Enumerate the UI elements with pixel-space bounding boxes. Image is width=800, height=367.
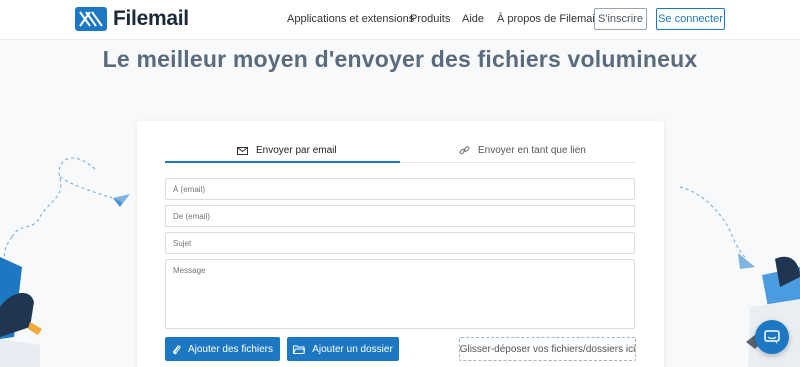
message-field[interactable] (165, 259, 635, 329)
tab-divider (400, 162, 636, 163)
add-folder-label: Ajouter un dossier (312, 343, 393, 355)
paperclip-icon (173, 344, 181, 354)
tab-send-as-link-label: Envoyer en tant que lien (478, 145, 586, 156)
login-button[interactable]: Se connecter (656, 8, 725, 30)
active-tab-indicator (165, 161, 400, 163)
paper-plane-illustration-left (0, 157, 130, 367)
nav-link-about[interactable]: À propos de Filemail (497, 13, 597, 25)
nav-link-applications[interactable]: Applications et extensions (287, 13, 414, 25)
page-title: Le meilleur moyen d'envoyer des fichiers… (102, 46, 698, 72)
drag-drop-zone[interactable]: Glisser-déposer vos fichiers/dossiers ic… (459, 337, 636, 361)
subject-field[interactable] (165, 232, 635, 254)
add-files-label: Ajouter des fichiers (187, 343, 274, 355)
chat-icon (764, 329, 780, 344)
envelope-icon (237, 146, 248, 155)
chat-support-button[interactable] (755, 320, 789, 354)
to-email-field[interactable] (165, 178, 635, 200)
signup-button[interactable]: S'inscrire (594, 8, 647, 30)
add-files-button[interactable]: Ajouter des fichiers (165, 337, 280, 361)
top-navigation-bar: Filemail Applications et extensions Prod… (0, 0, 800, 40)
add-folder-button[interactable]: Ajouter un dossier (287, 337, 399, 361)
link-icon (459, 146, 470, 155)
folder-icon (293, 345, 306, 354)
tab-send-as-link[interactable]: Envoyer en tant que lien (459, 145, 586, 156)
from-email-field[interactable] (165, 205, 635, 227)
brand-name: Filemail (113, 7, 189, 30)
nav-link-help[interactable]: Aide (462, 13, 484, 25)
filemail-logo[interactable]: Filemail (75, 7, 189, 31)
upload-form-card: Envoyer par email Envoyer en tant que li… (137, 121, 664, 367)
tab-send-by-email-label: Envoyer par email (256, 145, 337, 156)
nav-link-products[interactable]: Produits (410, 13, 450, 25)
logo-mark-icon (75, 7, 107, 31)
tab-send-by-email[interactable]: Envoyer par email (237, 145, 337, 156)
